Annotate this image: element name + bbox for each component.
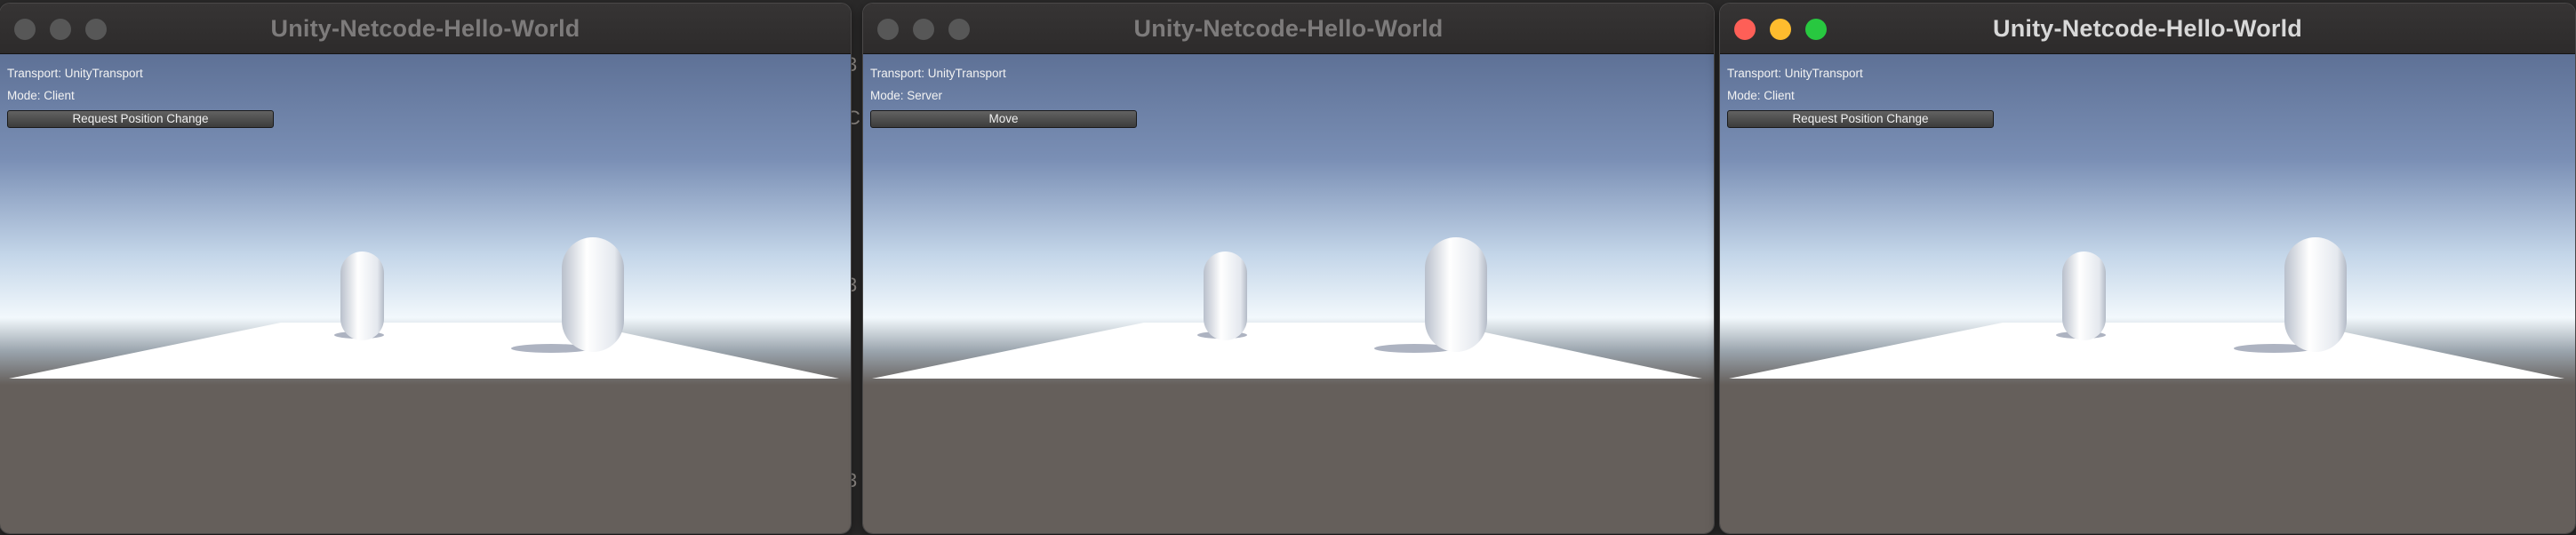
capsule-small xyxy=(1204,252,1247,340)
capsule-large xyxy=(562,237,624,352)
capsule-large xyxy=(1425,237,1487,352)
request-position-change-button[interactable]: Request Position Change xyxy=(7,110,274,128)
request-position-change-button[interactable]: Request Position Change xyxy=(1727,110,1994,128)
game-window-client-1[interactable]: Unity-Netcode-Hello-World Transport: Uni… xyxy=(0,4,851,533)
game-viewport[interactable]: Transport: UnityTransport Mode: Client R… xyxy=(1720,54,2575,533)
mode-label: Mode: Client xyxy=(7,89,75,102)
capsule-large xyxy=(2284,237,2347,352)
window-title: Unity-Netcode-Hello-World xyxy=(1993,15,2302,42)
transport-label: Transport: UnityTransport xyxy=(870,67,1006,80)
title-bar[interactable]: Unity-Netcode-Hello-World xyxy=(863,4,1714,54)
game-window-client-2[interactable]: Unity-Netcode-Hello-World Transport: Uni… xyxy=(1720,4,2575,533)
capsule-small xyxy=(2062,252,2106,340)
title-bar[interactable]: Unity-Netcode-Hello-World xyxy=(0,4,851,54)
mode-label: Mode: Client xyxy=(1727,89,1795,102)
transport-label: Transport: UnityTransport xyxy=(1727,67,1863,80)
game-viewport[interactable]: Transport: UnityTransport Mode: Client R… xyxy=(0,54,851,533)
capsule-small xyxy=(340,252,384,340)
game-viewport[interactable]: Transport: UnityTransport Mode: Server M… xyxy=(863,54,1714,533)
transport-label: Transport: UnityTransport xyxy=(7,67,143,80)
move-button[interactable]: Move xyxy=(870,110,1137,128)
mode-label: Mode: Server xyxy=(870,89,943,102)
window-title: Unity-Netcode-Hello-World xyxy=(270,15,580,42)
game-window-server[interactable]: Unity-Netcode-Hello-World Transport: Uni… xyxy=(863,4,1714,533)
window-title: Unity-Netcode-Hello-World xyxy=(1133,15,1444,42)
title-bar[interactable]: Unity-Netcode-Hello-World xyxy=(1720,4,2575,54)
